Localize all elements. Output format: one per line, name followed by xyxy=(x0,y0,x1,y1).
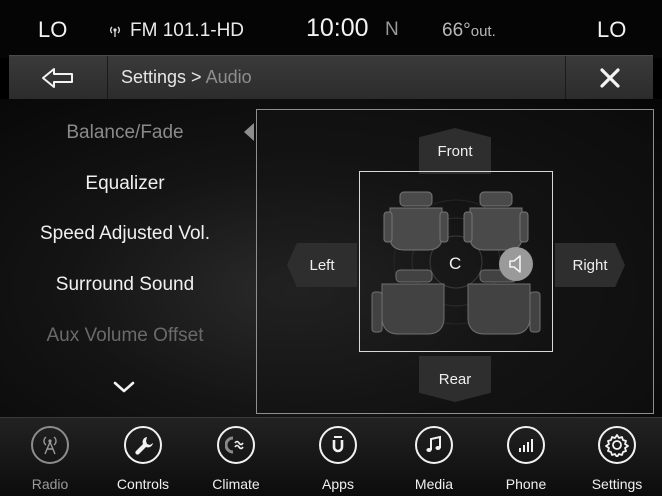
nav-label-radio: Radio xyxy=(31,476,69,492)
breadcrumb-parent[interactable]: Settings > xyxy=(121,67,202,87)
breadcrumb-current: Audio xyxy=(205,67,252,87)
nav-label-controls: Controls xyxy=(116,476,170,492)
breadcrumb: Settings > Audio xyxy=(121,67,252,88)
audio-settings-main: Balance/Fade Equalizer Speed Adjusted Vo… xyxy=(0,99,662,417)
nav-label-climate: Climate xyxy=(212,476,260,492)
nav-label-settings: Settings xyxy=(591,476,643,492)
speaker-icon xyxy=(509,255,521,273)
menu-item-aux-volume-offset: Aux Volume Offset xyxy=(46,325,204,346)
fade-front-button[interactable]: Front xyxy=(419,128,491,174)
chevron-down-icon[interactable] xyxy=(112,379,136,395)
nav-item-phone[interactable]: Phone xyxy=(485,418,567,496)
nav-label-apps: Apps xyxy=(322,476,354,492)
radio-signal-icon xyxy=(110,26,120,37)
radio-tower-icon xyxy=(31,426,69,464)
nav-label-phone: Phone xyxy=(505,476,547,492)
temperature-suffix: out. xyxy=(470,23,496,40)
driver-temp-setting[interactable]: LO xyxy=(38,17,67,43)
nav-item-media[interactable]: Media xyxy=(393,418,475,496)
balance-center-label: C xyxy=(449,254,462,273)
close-icon xyxy=(599,68,620,88)
menu-item-equalizer[interactable]: Equalizer xyxy=(0,173,250,195)
nav-label-media: Media xyxy=(414,476,454,492)
phone-signal-icon xyxy=(507,426,545,464)
gear-icon xyxy=(598,426,636,464)
uconnect-icon xyxy=(319,426,357,464)
fade-rear-button[interactable]: Rear xyxy=(419,356,491,402)
nav-item-settings[interactable]: Settings xyxy=(576,418,658,496)
status-bar: LO FM 101.1-HD 10:00 N 66°out. LO xyxy=(0,0,662,58)
back-button[interactable] xyxy=(9,56,107,100)
nav-item-controls[interactable]: Controls xyxy=(102,418,184,496)
balance-position-marker[interactable] xyxy=(499,247,533,281)
climate-icon xyxy=(217,426,255,464)
nav-item-climate[interactable]: Climate xyxy=(195,418,277,496)
temperature-value: 66° xyxy=(442,20,471,41)
audio-menu: Balance/Fade Equalizer Speed Adjusted Vo… xyxy=(0,99,254,417)
selected-indicator xyxy=(244,123,254,141)
close-button[interactable] xyxy=(566,56,653,100)
bottom-nav: Radio Controls Climate Apps Media Phone … xyxy=(0,417,662,496)
clock: 10:00 xyxy=(306,14,369,42)
wrench-icon xyxy=(124,426,162,464)
menu-item-speed-adjusted-volume[interactable]: Speed Adjusted Vol. xyxy=(0,223,250,245)
back-arrow-icon xyxy=(42,68,73,88)
menu-item-surround-sound[interactable]: Surround Sound xyxy=(0,274,250,296)
music-note-icon xyxy=(415,426,453,464)
station-label: FM 101.1-HD xyxy=(130,20,245,41)
cabin-seat-map[interactable]: C xyxy=(359,171,553,352)
passenger-temp-setting[interactable]: LO xyxy=(597,17,626,43)
balance-fade-panel[interactable]: Front Left Right Rear C xyxy=(256,109,654,414)
outside-temperature: 66°out. xyxy=(442,20,496,42)
divider xyxy=(107,56,108,100)
header-bar: Settings > Audio xyxy=(9,55,653,100)
menu-item-balance-fade[interactable]: Balance/Fade xyxy=(0,122,250,144)
nav-item-apps[interactable]: Apps xyxy=(297,418,379,496)
nav-item-radio[interactable]: Radio xyxy=(9,418,91,496)
balance-right-button[interactable]: Right xyxy=(555,243,625,287)
now-playing: FM 101.1-HD xyxy=(108,20,244,42)
balance-left-button[interactable]: Left xyxy=(287,243,357,287)
compass-heading: N xyxy=(385,19,399,40)
